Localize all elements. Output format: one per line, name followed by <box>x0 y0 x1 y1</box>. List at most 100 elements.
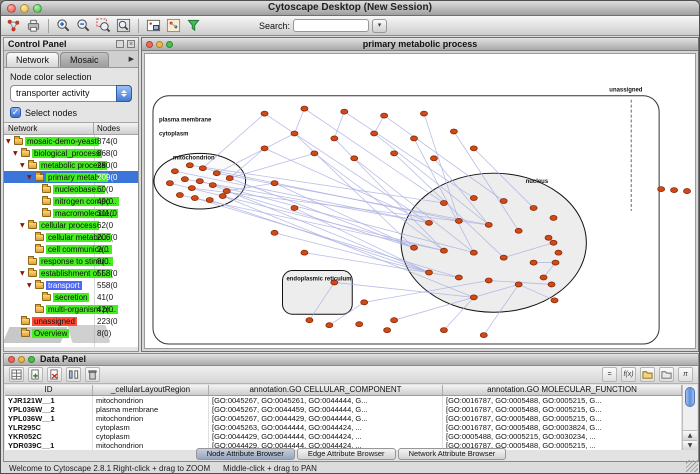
network-node[interactable] <box>470 146 477 151</box>
column-header[interactable]: annotation.GO MOLECULAR_FUNCTION <box>443 385 682 395</box>
tree-row[interactable]: ▼mosaic-demo-yeast874(0 <box>4 135 138 147</box>
network-node[interactable] <box>191 196 198 201</box>
network-node[interactable] <box>371 131 378 136</box>
table-row[interactable]: YPL036W__1mitochondrion[GO:0045267, GO:0… <box>5 414 682 423</box>
tree-row[interactable]: ▼primary metab...209(0 <box>4 171 138 183</box>
network-node[interactable] <box>440 328 447 333</box>
network-node[interactable] <box>226 176 233 181</box>
tab-scroll-right-icon[interactable]: ▶ <box>127 52 136 67</box>
node-color-select[interactable]: transporter activity <box>10 85 132 102</box>
network-node[interactable] <box>384 328 391 333</box>
close-window-icon[interactable] <box>7 4 16 13</box>
network-node[interactable] <box>166 181 173 186</box>
network-node[interactable] <box>455 275 462 280</box>
network-node[interactable] <box>485 278 492 283</box>
attribute-browser-tab[interactable]: Node Attribute Browser <box>196 448 295 460</box>
network-node[interactable] <box>455 218 462 223</box>
select-nodes-checkbox[interactable]: ✓ <box>10 107 21 118</box>
printer-icon[interactable] <box>25 17 42 34</box>
network-node[interactable] <box>301 106 308 111</box>
tree-row[interactable]: nucleobase...60(0 <box>4 183 138 195</box>
tree-expander-icon[interactable]: ▼ <box>27 282 35 289</box>
network-node[interactable] <box>684 189 691 194</box>
network-node[interactable] <box>196 179 203 184</box>
network-node[interactable] <box>326 323 333 328</box>
scrollbar-thumb[interactable] <box>685 387 695 407</box>
minimize-window-icon[interactable] <box>20 4 29 13</box>
tree-row[interactable]: ▼cellular process62(0 <box>4 219 138 231</box>
network-node[interactable] <box>219 194 226 199</box>
network-node[interactable] <box>425 270 432 275</box>
tree-row[interactable]: multi-organism pr...42(0 <box>4 303 138 315</box>
network-node[interactable] <box>420 111 427 116</box>
network-node[interactable] <box>411 136 418 141</box>
pi-icon[interactable]: π <box>678 367 693 382</box>
zoom-out-icon[interactable] <box>75 17 92 34</box>
data-panel-titlebar[interactable]: Data Panel <box>4 354 698 366</box>
tree-row[interactable]: unassigned223(0 <box>4 315 138 327</box>
tree-row[interactable]: macromolecule...311(0 <box>4 207 138 219</box>
network-node[interactable] <box>440 201 447 206</box>
network-node[interactable] <box>356 322 363 327</box>
resize-grip-icon[interactable] <box>686 460 698 472</box>
network-node[interactable] <box>480 333 487 338</box>
network-canvas[interactable]: plasma membranecytoplasmmitochondrionnuc… <box>144 53 696 349</box>
network-node[interactable] <box>361 300 368 305</box>
network-node[interactable] <box>500 255 507 260</box>
network-node[interactable] <box>331 136 338 141</box>
network-node[interactable] <box>351 156 358 161</box>
network-node[interactable] <box>470 196 477 201</box>
table-row[interactable]: YLR295Ccytoplasm[GO:0045263, GO:0044444,… <box>5 423 682 432</box>
network-node[interactable] <box>186 163 193 168</box>
network-node[interactable] <box>213 171 220 176</box>
network-node[interactable] <box>550 240 557 245</box>
delete-row-icon[interactable] <box>85 367 100 382</box>
tree-expander-icon[interactable]: ▼ <box>20 222 28 229</box>
tree-header-network[interactable]: Network <box>4 123 94 134</box>
network-node[interactable] <box>341 109 348 114</box>
select-attributes-icon[interactable] <box>9 367 24 382</box>
export-attributes-icon[interactable] <box>659 367 674 382</box>
tree-expander-icon[interactable]: ▼ <box>20 270 28 277</box>
network-node[interactable] <box>306 318 313 323</box>
column-header[interactable]: _cellularLayoutRegion <box>93 385 209 395</box>
table-row[interactable]: YPL036W__2plasma membrane[GO:0045267, GO… <box>5 405 682 414</box>
network-node[interactable] <box>555 250 562 255</box>
network-node[interactable] <box>411 245 418 250</box>
create-attribute-icon[interactable] <box>28 367 43 382</box>
tree-row[interactable]: response to stimu...8(0 <box>4 255 138 267</box>
network-node[interactable] <box>391 318 398 323</box>
table-row[interactable]: YKR052Ccytoplasm[GO:0044429, GO:0044444,… <box>5 432 682 441</box>
network-node[interactable] <box>291 131 298 136</box>
network-icon[interactable] <box>5 17 22 34</box>
network-node[interactable] <box>425 220 432 225</box>
maximize-panel-icon[interactable] <box>28 356 35 363</box>
overview-icon[interactable] <box>145 17 162 34</box>
tree-expander-icon[interactable]: ▼ <box>6 138 14 145</box>
tab-mosaic[interactable]: Mosaic <box>60 52 109 67</box>
network-node[interactable] <box>301 250 308 255</box>
network-node[interactable] <box>209 183 216 188</box>
network-node[interactable] <box>658 187 665 192</box>
network-node[interactable] <box>550 215 557 220</box>
search-input[interactable] <box>293 19 369 32</box>
tree-row[interactable]: cell communica...2(0 <box>4 243 138 255</box>
network-node[interactable] <box>171 169 178 174</box>
network-node[interactable] <box>206 198 213 203</box>
maximize-window-icon[interactable] <box>33 4 42 13</box>
network-node[interactable] <box>515 282 522 287</box>
tree-expander-icon[interactable]: ▼ <box>13 150 21 157</box>
close-panel-icon[interactable]: × <box>127 40 135 48</box>
network-node[interactable] <box>261 111 268 116</box>
network-node[interactable] <box>311 151 318 156</box>
network-node[interactable] <box>515 228 522 233</box>
table-scrollbar[interactable]: ▲ ▼ <box>682 385 697 450</box>
tree-row[interactable]: secretion41(0 <box>4 291 138 303</box>
table-row[interactable]: YJR121W__1mitochondrion[GO:0045267, GO:0… <box>5 396 682 405</box>
network-node[interactable] <box>391 151 398 156</box>
close-view-icon[interactable] <box>146 41 153 48</box>
zoom-fit-icon[interactable] <box>115 17 132 34</box>
tree-expander-icon[interactable]: ▼ <box>27 174 35 181</box>
network-node[interactable] <box>552 260 559 265</box>
network-view-titlebar[interactable]: primary metabolic process <box>142 38 698 51</box>
